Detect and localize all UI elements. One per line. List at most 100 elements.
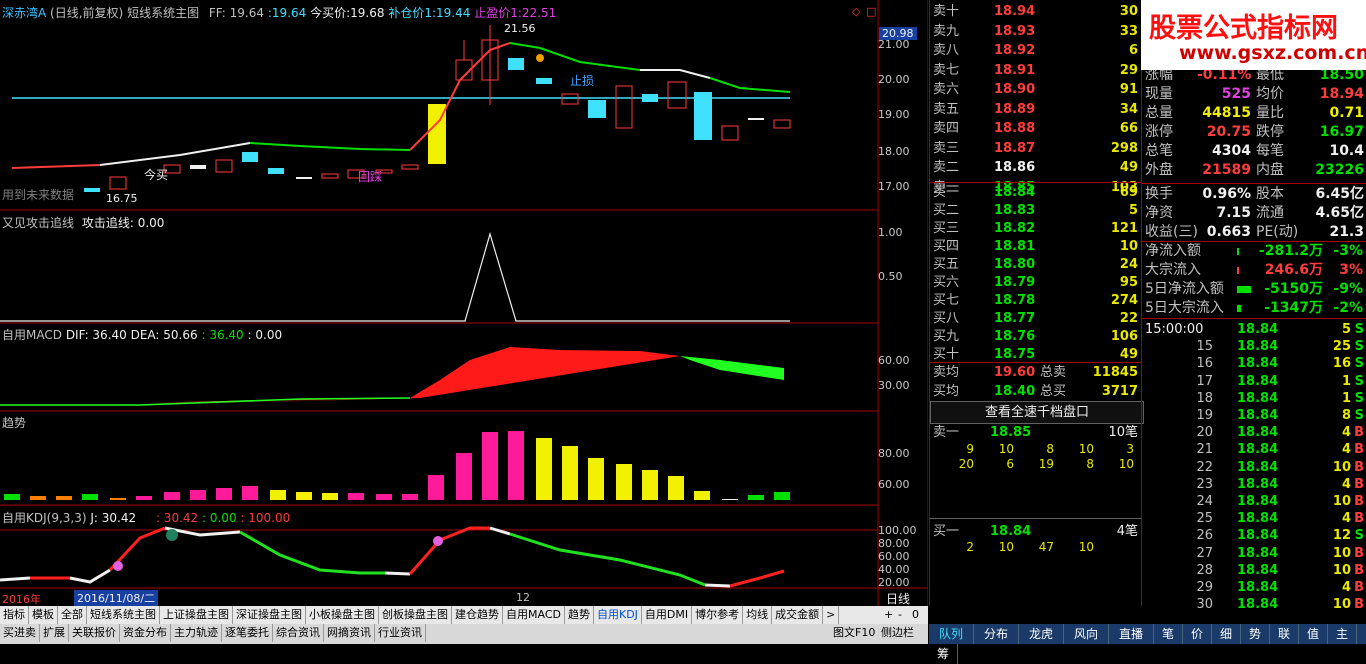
tab-main-track[interactable]: 主力轨迹 xyxy=(171,624,222,642)
diamond-icon[interactable]: ◇ xyxy=(852,5,860,18)
kdj-white5 xyxy=(489,526,511,536)
tab-sh-main[interactable]: 上证操盘主图 xyxy=(160,606,233,624)
tick-qty: 4 xyxy=(1341,580,1351,595)
tab-buy-sell[interactable]: 买进卖 xyxy=(0,624,40,642)
bottom-tab[interactable]: 龙虎 xyxy=(1019,624,1064,644)
tab-all[interactable]: 全部 xyxy=(58,606,87,624)
bottom-tab[interactable]: 联 xyxy=(1270,624,1299,644)
macd-green-area xyxy=(680,356,784,380)
bid-row[interactable]: 买四 18.81 10 xyxy=(930,237,1142,256)
stat-value: 0.71 xyxy=(1329,105,1364,121)
tick-price: 18.84 xyxy=(1237,408,1279,423)
bid-row[interactable]: 买一 18.84 69 xyxy=(930,183,1142,202)
period-label[interactable]: 日线 xyxy=(886,590,910,607)
tab-web-news[interactable]: 网摘资讯 xyxy=(324,624,375,642)
tab-build-trend[interactable]: 建仓趋势 xyxy=(452,606,503,624)
tick-row: 16 18.84 16 S xyxy=(1142,355,1366,372)
bottom-tab[interactable]: 筹 xyxy=(929,644,958,664)
ask-label: 卖三 xyxy=(933,140,960,156)
bottom-tab[interactable]: 价 xyxy=(1183,624,1212,644)
ask-row[interactable]: 卖八 18.92 6 xyxy=(930,41,1142,60)
sidebar-button[interactable]: 侧边栏 xyxy=(878,624,917,642)
bottom-tab[interactable]: 值 xyxy=(1299,624,1328,644)
tab-related[interactable]: 关联报价 xyxy=(69,624,120,642)
bid-row[interactable]: 买七 18.78 274 xyxy=(930,291,1142,310)
plus-button[interactable]: + xyxy=(884,606,893,624)
trend-bar xyxy=(270,490,286,500)
y-tick: 60.00 xyxy=(878,354,910,367)
bid-row[interactable]: 买六 18.79 95 xyxy=(930,273,1142,292)
bottom-tab[interactable]: 直播 xyxy=(1109,624,1154,644)
trend-bar xyxy=(588,458,604,500)
bid-row[interactable]: 买二 18.83 5 xyxy=(930,201,1142,220)
tab-fund-dist[interactable]: 资金分布 xyxy=(120,624,171,642)
tab-next[interactable]: > xyxy=(823,606,840,624)
tab-amount[interactable]: 成交金额 xyxy=(772,606,824,624)
ask-row[interactable]: 卖十 18.94 30 xyxy=(930,2,1142,21)
tab-kdj[interactable]: 自用KDJ xyxy=(594,606,642,624)
stat-row: 换手 0.96% 股本 6.45亿 xyxy=(1142,185,1366,204)
tab-industry-news[interactable]: 行业资讯 xyxy=(375,624,426,642)
bottom-tab[interactable]: 分布 xyxy=(974,624,1019,644)
ask-label: 卖二 xyxy=(933,160,960,175)
bottom-tab[interactable]: 队列 xyxy=(929,624,974,644)
ask-row[interactable]: 卖七 18.91 29 xyxy=(930,61,1142,80)
tick-time: 23 xyxy=(1196,476,1213,492)
minus-button[interactable]: - xyxy=(898,606,902,624)
tab-trend[interactable]: 趋势 xyxy=(565,606,594,624)
stat-row: 总笔 4304 每笔 10.4 xyxy=(1142,142,1366,161)
view-full-depth-button[interactable]: 查看全速千档盘口 xyxy=(930,401,1144,424)
tab-ma[interactable]: 均线 xyxy=(743,606,773,624)
trend-bar xyxy=(722,499,738,500)
tab-boll[interactable]: 博尔参考 xyxy=(692,606,744,624)
bottom-tab[interactable]: 细 xyxy=(1212,624,1241,644)
y-tick: 80.00 xyxy=(878,537,910,550)
tab-indicator[interactable]: 指标 xyxy=(0,606,29,624)
tab-sz-main[interactable]: 深证操盘主图 xyxy=(233,606,306,624)
bottom-tab[interactable]: 风向 xyxy=(1064,624,1109,644)
ask-row[interactable]: 卖九 18.93 33 xyxy=(930,22,1142,41)
zero-button[interactable]: 0 xyxy=(912,606,919,624)
candle xyxy=(109,176,127,190)
tab-extend[interactable]: 扩展 xyxy=(40,624,69,642)
tick-price: 18.84 xyxy=(1237,373,1279,389)
bid-row[interactable]: 买八 18.77 22 xyxy=(930,309,1142,328)
chart-area[interactable]: 深赤湾A (日线,前复权) 短线系统主图 FF: 19.64 :19.64 今买… xyxy=(0,0,928,606)
ask-row[interactable]: 卖四 18.88 66 xyxy=(930,119,1142,138)
bid-row[interactable]: 买九 18.76 106 xyxy=(930,327,1142,346)
flow-percent: 3% xyxy=(1339,262,1363,278)
ask-row[interactable]: 卖六 18.90 91 xyxy=(930,80,1142,99)
tab-order-detail[interactable]: 逐笔委托 xyxy=(222,624,273,642)
stat-row: 收益(三) 0.663 PE(动) 21.3 xyxy=(1142,223,1366,242)
bid-row[interactable]: 买五 18.80 24 xyxy=(930,255,1142,274)
tick-price: 18.84 xyxy=(1237,322,1279,337)
bottom-tab[interactable]: 主 xyxy=(1328,624,1357,644)
ask-row[interactable]: 卖五 18.89 34 xyxy=(930,100,1142,119)
queue-volume: 19 xyxy=(1038,457,1054,471)
tab-gem-board[interactable]: 创板操盘主图 xyxy=(379,606,452,624)
tick-time: 19 xyxy=(1196,408,1213,423)
tick-row: 15:00:00 18.84 5 S xyxy=(1142,321,1366,338)
bottom-tab[interactable]: 势 xyxy=(1241,624,1270,644)
tab-macd[interactable]: 自用MACD xyxy=(503,606,565,624)
y-tick: 60.00 xyxy=(878,478,910,491)
kdj-v1: : 30.42 xyxy=(155,511,199,525)
ask-row[interactable]: 卖二 18.86 49 xyxy=(930,158,1142,177)
stat-value: 21589 xyxy=(1202,162,1251,178)
ask-row[interactable]: 卖三 18.87 298 xyxy=(930,139,1142,158)
tick-price: 18.84 xyxy=(1237,476,1279,492)
bottom-tab[interactable]: 笔 xyxy=(1154,624,1183,644)
stat-value: 16.97 xyxy=(1319,124,1364,140)
tab-template[interactable]: 模板 xyxy=(29,606,58,624)
f10-button[interactable]: 图文F10 xyxy=(830,624,878,642)
tick-side: S xyxy=(1354,322,1364,337)
tab-short-system[interactable]: 短线系统主图 xyxy=(87,606,160,624)
bid-row[interactable]: 买三 18.82 121 xyxy=(930,219,1142,238)
tab-news[interactable]: 综合资讯 xyxy=(273,624,324,642)
tick-qty: 4 xyxy=(1341,476,1351,492)
candle xyxy=(296,177,312,179)
stat-value: 525 xyxy=(1221,86,1251,102)
tab-small-board[interactable]: 小板操盘主图 xyxy=(306,606,379,624)
tab-dmi[interactable]: 自用DMI xyxy=(642,606,693,624)
square-icon[interactable]: □ xyxy=(866,5,876,18)
